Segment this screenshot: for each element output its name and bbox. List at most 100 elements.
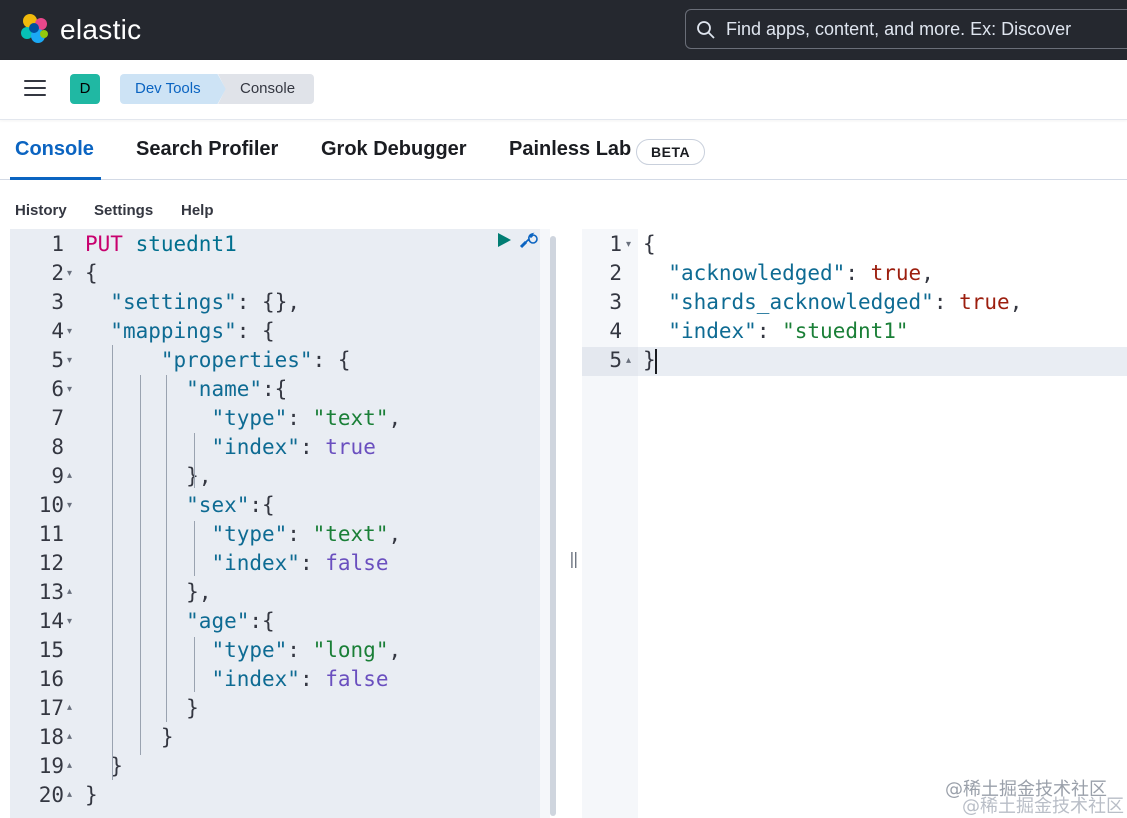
elastic-logo-icon[interactable] [18,12,52,46]
play-icon[interactable] [496,232,512,248]
response-line: "acknowledged": true, [668,261,934,285]
panel-resizer[interactable]: ‖ [560,229,582,818]
line-number: 9 [51,464,64,488]
wrench-icon[interactable] [518,230,538,250]
tab-painless-lab[interactable]: Painless Lab [509,138,631,161]
fold-close-icon[interactable]: ▴ [67,586,72,597]
code-line[interactable]: "name":{ [85,375,287,404]
request-line[interactable]: PUT stuednt1 [85,230,237,259]
code-line[interactable]: "sex":{ [85,491,275,520]
line-number: 7 [51,406,64,430]
code-line[interactable]: "index": false [85,665,388,694]
code-line[interactable]: }, [85,578,211,607]
fold-close-icon[interactable]: ▴ [67,702,72,713]
search-placeholder: Find apps, content, and more. Ex: Discov… [726,19,1072,39]
code-line[interactable]: "age":{ [85,607,275,636]
tab-grok-debugger[interactable]: Grok Debugger [321,138,467,161]
code-line[interactable]: }, [85,462,211,491]
tab-console[interactable]: Console [15,138,94,161]
line-number: 19 [38,754,64,778]
breadcrumb-dev-tools[interactable]: Dev Tools [120,74,226,104]
settings-link[interactable]: Settings [94,202,153,219]
fold-open-icon[interactable]: ▾ [67,355,72,366]
code-line[interactable]: } [85,694,199,723]
line-number: 20 [38,783,64,807]
line-number: 3 [51,290,64,314]
line-number: 15 [38,638,64,662]
fold-close-icon[interactable]: ▴ [67,731,72,742]
request-editor-scroll-track [540,229,550,818]
response-line: } [643,348,656,372]
line-number: 3 [609,290,622,314]
line-number: 6 [51,377,64,401]
search-icon [697,21,715,39]
top-bar: elastic Find apps, content, and more. Ex… [0,0,1127,60]
line-number: 10 [38,493,64,517]
line-number: 4 [609,319,622,343]
fold-open-icon[interactable]: ▾ [67,500,72,511]
indent-guide [140,375,141,755]
fold-close-icon[interactable]: ▴ [67,760,72,771]
code-line[interactable]: "settings": {}, [85,288,300,317]
code-line[interactable]: "type": "long", [85,636,401,665]
line-number: 1 [609,232,622,256]
code-line[interactable]: "type": "text", [85,404,401,433]
response-line: "shards_acknowledged": true, [668,290,1023,314]
indent-guide [194,433,195,488]
line-number: 2 [51,261,64,285]
history-link[interactable]: History [15,202,67,219]
space-avatar[interactable]: D [70,74,100,104]
global-search-input[interactable]: Find apps, content, and more. Ex: Discov… [685,9,1127,49]
line-number: 12 [38,551,64,575]
code-line[interactable]: } [85,723,174,752]
request-url: stuednt1 [135,232,237,256]
http-method: PUT [85,232,123,256]
tab-search-profiler[interactable]: Search Profiler [136,138,278,161]
fold-open-icon[interactable]: ▾ [67,616,72,627]
indent-guide [166,375,167,722]
indent-guide [194,637,195,692]
line-number: 14 [38,609,64,633]
line-number: 1 [51,232,64,256]
code-line[interactable]: "index": false [85,549,388,578]
breadcrumb-console: Console [218,74,314,104]
code-line[interactable]: } [85,752,123,781]
code-line[interactable]: "type": "text", [85,520,401,549]
line-number: 5 [609,348,622,372]
response-line: { [643,232,656,256]
code-line[interactable]: { [85,259,98,288]
line-number: 16 [38,667,64,691]
brand-name[interactable]: elastic [60,14,141,46]
resize-handle-icon[interactable]: ‖ [569,549,579,568]
fold-open-icon[interactable]: ▾ [67,268,72,279]
active-tab-indicator [10,177,101,180]
line-number: 8 [51,435,64,459]
watermark-shadow: @稀土掘金技术社区 [962,796,1124,817]
fold-close-icon[interactable]: ▴ [67,470,72,481]
code-line[interactable]: "index": true [85,433,375,462]
code-line[interactable]: "properties": { [85,346,351,375]
header-bar: D Dev Tools Console [0,60,1127,120]
indent-guide [194,521,195,576]
beta-badge: BETA [636,139,706,165]
line-number: 5 [51,348,64,372]
fold-close-icon[interactable]: ▴ [67,789,72,800]
fold-close-icon[interactable]: ▴ [626,355,631,366]
line-number: 11 [38,522,64,546]
code-line[interactable]: } [85,781,98,810]
response-line: "index": "stuednt1" [668,319,909,343]
request-actions [496,230,542,252]
fold-open-icon[interactable]: ▾ [67,384,72,395]
fold-open-icon[interactable]: ▾ [626,239,631,250]
request-editor-scrollbar[interactable] [550,236,556,816]
indent-guide [112,345,113,780]
help-link[interactable]: Help [181,202,214,219]
line-number: 18 [38,725,64,749]
fold-open-icon[interactable]: ▾ [67,326,72,337]
code-line[interactable]: "mappings": { [85,317,274,346]
line-number: 2 [609,261,622,285]
menu-icon[interactable] [24,80,46,98]
dev-tools-tabs: Console Search Profiler Grok Debugger Pa… [0,121,1127,180]
text-cursor [655,349,657,374]
line-number: 13 [38,580,64,604]
